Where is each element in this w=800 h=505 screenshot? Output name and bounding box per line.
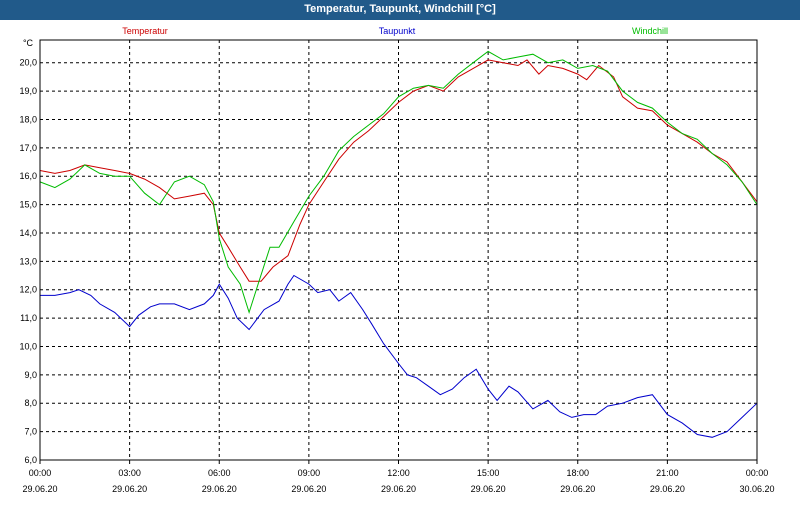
x-tick-date: 29.06.20 [560, 484, 595, 494]
legend: Temperatur Taupunkt Windchill [122, 26, 668, 36]
axes: 6,0 7,0 8,0 9,0 10,0 11,0 12,0 13,0 14,0 15,0 16,0… [19, 38, 774, 494]
y-tick-label: 12,0 [19, 285, 37, 295]
y-tick-label: 19,0 [19, 86, 37, 96]
x-tick-time: 09:00 [298, 468, 321, 478]
y-tick-label: 11,0 [20, 313, 37, 323]
y-tick-label: 7,0 [24, 427, 37, 437]
y-tick-label: 14,0 [19, 228, 37, 238]
x-tick-date: 29.06.20 [202, 484, 237, 494]
x-tick-time: 21:00 [656, 468, 679, 478]
x-tick-date: 29.06.20 [22, 484, 57, 494]
x-tick-time: 00:00 [29, 468, 52, 478]
legend-label-temperatur: Temperatur [122, 26, 168, 36]
x-tick-date: 29.06.20 [112, 484, 147, 494]
x-tick-date: 30.06.20 [739, 484, 774, 494]
y-tick-label: 17,0 [19, 143, 37, 153]
legend-label-taupunkt: Taupunkt [379, 26, 416, 36]
x-tick-time: 06:00 [208, 468, 231, 478]
y-tick-label: 13,0 [19, 256, 37, 266]
series-line-temperatur [39, 59, 758, 282]
x-tick-date: 29.06.20 [650, 484, 685, 494]
x-tick-date: 29.06.20 [381, 484, 416, 494]
y-tick-label: 20,0 [19, 58, 37, 68]
x-tick-time: 18:00 [566, 468, 589, 478]
x-tick-time: 15:00 [477, 468, 500, 478]
y-tick-label: 10,0 [19, 341, 37, 351]
x-tick-date: 29.06.20 [471, 484, 506, 494]
y-tick-label: 18,0 [19, 114, 37, 124]
y-tick-label: 15,0 [19, 200, 37, 210]
legend-label-windchill: Windchill [632, 26, 668, 36]
y-tick-label: 9,0 [24, 370, 37, 380]
y-axis-label: °C [23, 38, 34, 48]
x-tick-time: 00:00 [746, 468, 769, 478]
y-tick-label: 8,0 [24, 398, 37, 408]
x-tick-time: 03:00 [118, 468, 141, 478]
window-title: Temperatur, Taupunkt, Windchill [°C] [0, 0, 800, 20]
y-tick-label: 16,0 [19, 171, 37, 181]
chart-area: 6,0 7,0 8,0 9,0 10,0 11,0 12,0 13,0 14,0 15,0 16,0… [0, 20, 800, 500]
x-tick-time: 12:00 [387, 468, 410, 478]
x-tick-date: 29.06.20 [291, 484, 326, 494]
line-chart: 6,0 7,0 8,0 9,0 10,0 11,0 12,0 13,0 14,0 15,0 16,0… [19, 26, 774, 494]
y-tick-label: 6,0 [24, 455, 37, 465]
